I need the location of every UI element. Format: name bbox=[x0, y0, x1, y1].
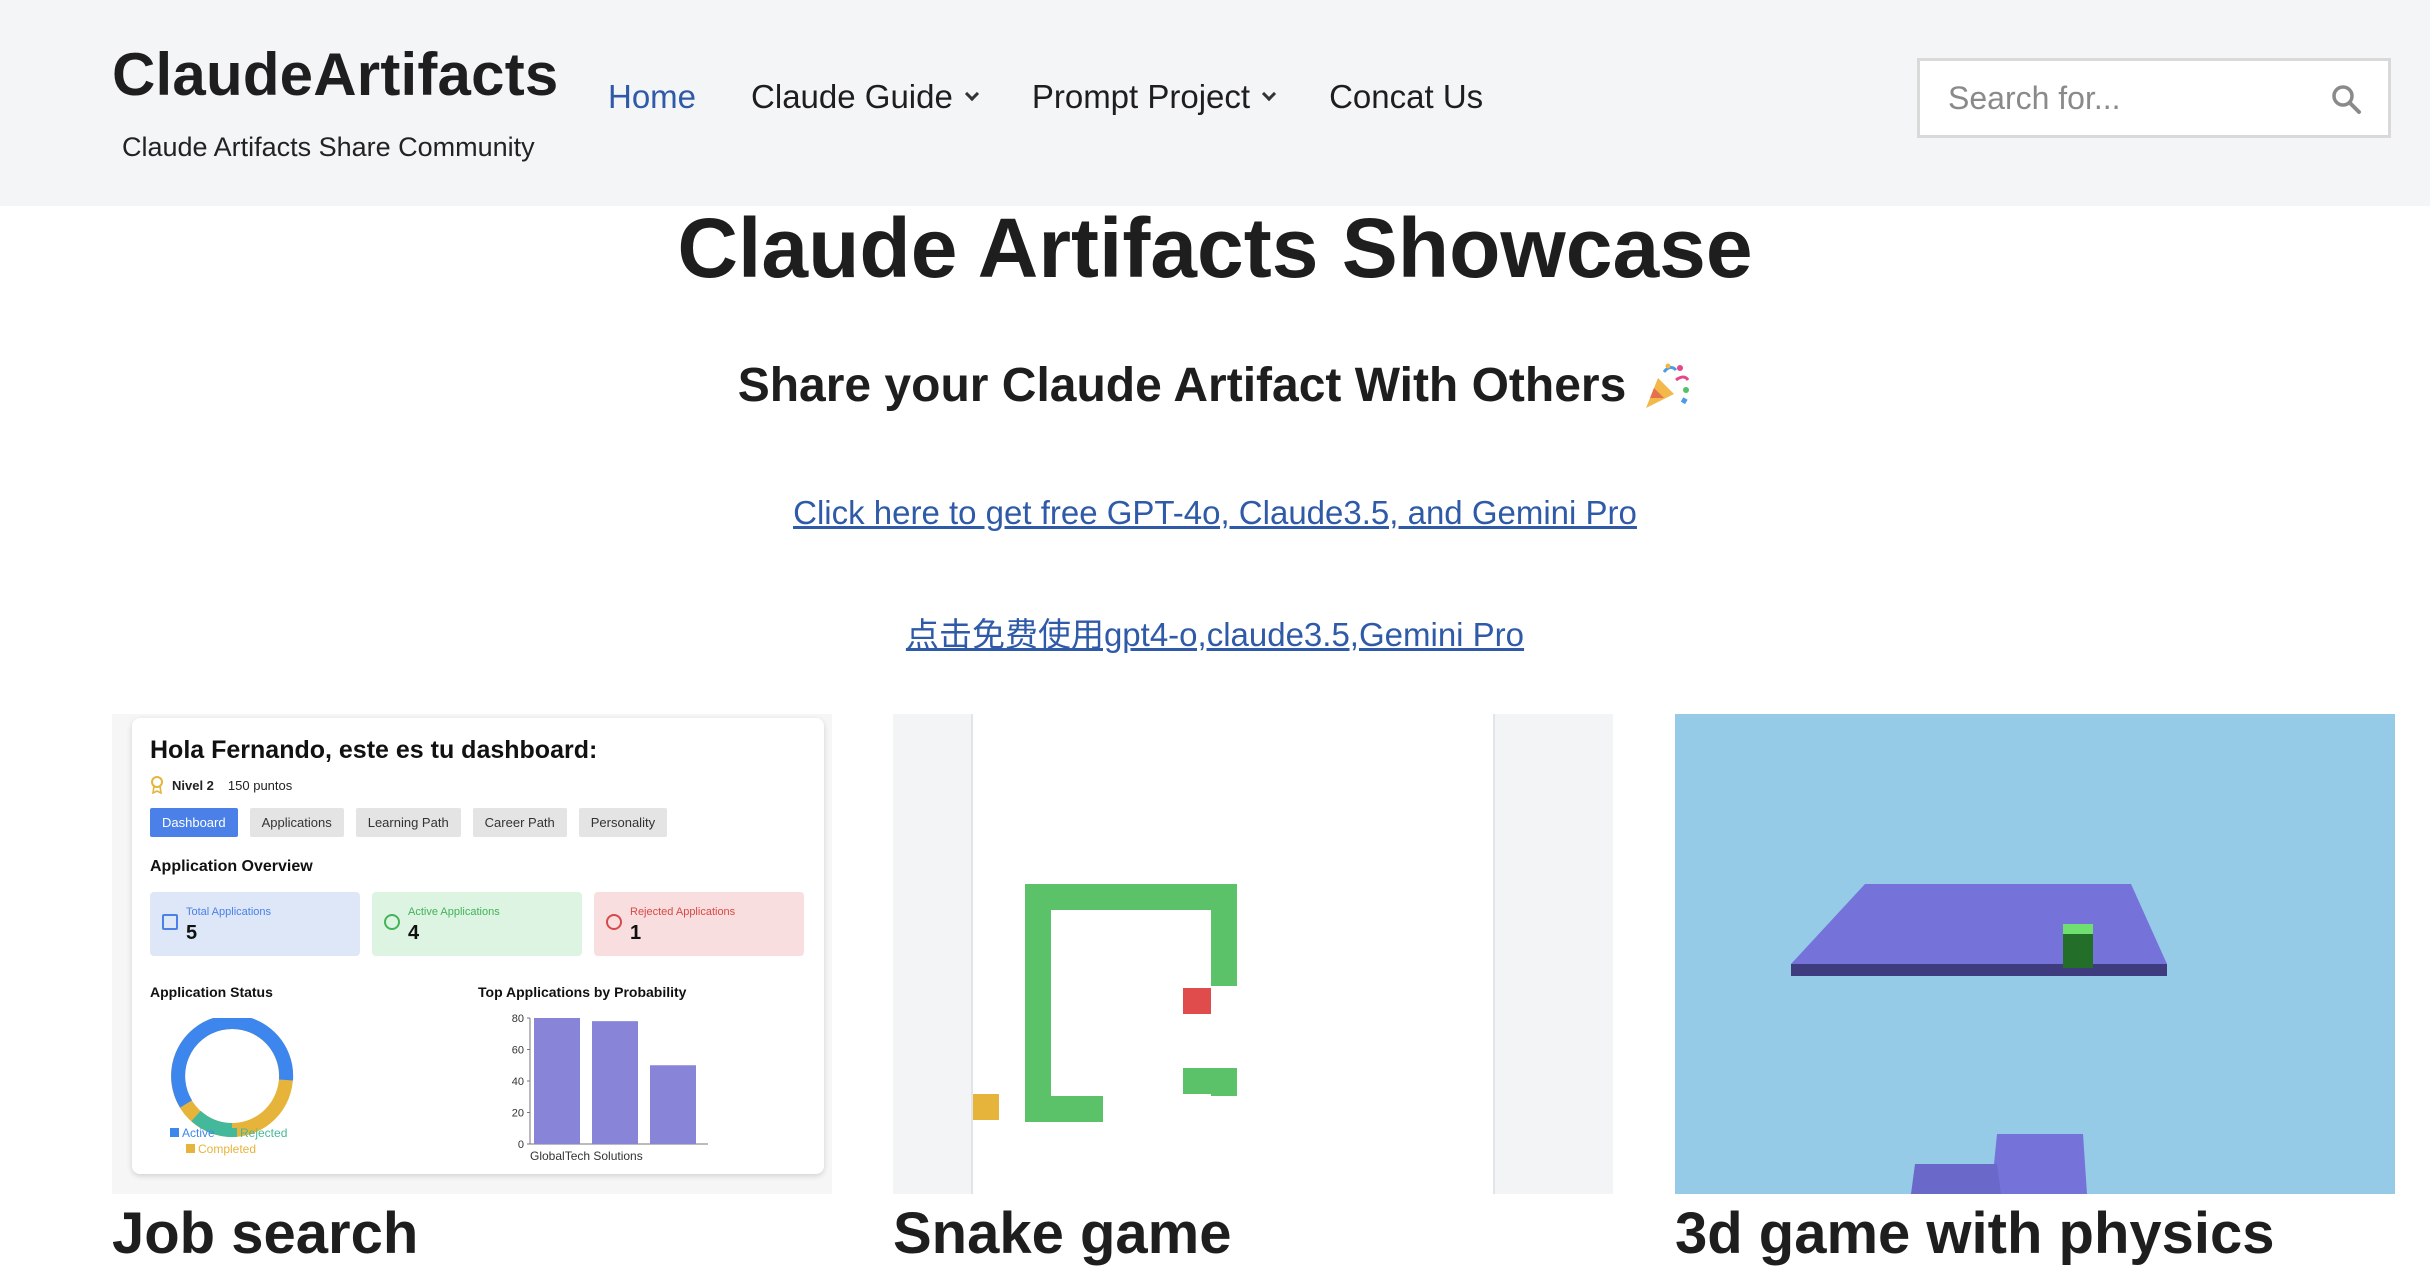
search-box bbox=[1917, 58, 2391, 138]
party-popper-icon bbox=[1646, 363, 1690, 408]
card-title[interactable]: Snake game bbox=[893, 1200, 1232, 1267]
page-title: Claude Artifacts Showcase bbox=[677, 201, 1753, 295]
food-red bbox=[1183, 988, 1211, 1014]
site-tagline: Claude Artifacts Share Community bbox=[122, 132, 535, 162]
search-icon[interactable] bbox=[2330, 83, 2362, 115]
site-header: ClaudeArtifacts Claude Artifacts Share C… bbox=[0, 0, 2430, 206]
snake-segment bbox=[1211, 884, 1237, 986]
nav-item-label: Concat Us bbox=[1329, 78, 1484, 115]
probability-bar-chart: GlobalTech Solutions 80 60 40 20 0 bbox=[512, 1013, 708, 1163]
tab-career-path: Career Path bbox=[472, 808, 567, 837]
dashboard-heading: Hola Fernando, este es tu dashboard: bbox=[150, 736, 598, 764]
nav-item-contact[interactable]: Concat Us bbox=[1329, 78, 1483, 116]
check-circle-icon bbox=[384, 914, 400, 930]
overview-heading: Application Overview bbox=[150, 858, 313, 875]
stat-active: Active Applications 4 bbox=[372, 892, 582, 956]
probability-bar bbox=[650, 1065, 696, 1144]
legend-completed: Completed bbox=[198, 1142, 256, 1156]
status-donut-chart: Active Rejected Completed bbox=[170, 1018, 294, 1156]
legend-rejected: Rejected bbox=[240, 1126, 287, 1140]
page-subtitle: Share your Claude Artifact With Others bbox=[0, 358, 2430, 413]
legend-swatch bbox=[228, 1128, 237, 1137]
stat-value: 4 bbox=[408, 922, 420, 944]
tab-learning-path: Learning Path bbox=[355, 808, 461, 837]
player-cube bbox=[2063, 934, 2093, 968]
3d-scene bbox=[1791, 884, 2167, 1194]
platform-top bbox=[1791, 884, 2167, 964]
probability-bar bbox=[592, 1021, 638, 1144]
y-tick-label: 60 bbox=[512, 1045, 524, 1057]
y-tick-label: 20 bbox=[512, 1108, 524, 1120]
link-text: Click here to get free GPT-4o, Claude3.5… bbox=[793, 494, 1637, 531]
stat-value: 1 bbox=[630, 922, 642, 944]
nav-item-label: Prompt Project bbox=[1031, 78, 1251, 115]
card-title[interactable]: Job search bbox=[112, 1200, 418, 1267]
dashboard-preview: Hola Fernando, este es tu dashboard: Niv… bbox=[132, 718, 824, 1174]
legend-swatch bbox=[170, 1128, 179, 1137]
stat-label: Rejected Applications bbox=[630, 906, 736, 918]
chevron-down-icon bbox=[964, 86, 979, 102]
site-title[interactable]: ClaudeArtifacts bbox=[112, 40, 558, 109]
x-circle-icon bbox=[606, 914, 622, 930]
card-thumbnail[interactable] bbox=[893, 714, 1613, 1194]
platform-edge bbox=[1791, 964, 2167, 976]
legend-active: Active bbox=[182, 1126, 215, 1140]
stat-value: 5 bbox=[186, 922, 198, 944]
snake-segment bbox=[1183, 1068, 1237, 1094]
card-thumbnail[interactable] bbox=[1675, 714, 2395, 1194]
lower-platform bbox=[1991, 1134, 2087, 1194]
subtitle-text: Share your Claude Artifact With Others bbox=[737, 359, 1627, 412]
level-info: Nivel 2 150 puntos bbox=[150, 776, 292, 794]
player-cube-top bbox=[2063, 924, 2093, 934]
snake-segment bbox=[1025, 1096, 1103, 1122]
tab-personality: Personality bbox=[578, 808, 668, 837]
stat-rejected: Rejected Applications 1 bbox=[594, 892, 804, 956]
status-heading: Application Status bbox=[150, 984, 273, 1000]
search-input[interactable] bbox=[1920, 61, 2320, 135]
card-thumbnail[interactable]: Hola Fernando, este es tu dashboard: Niv… bbox=[112, 714, 832, 1194]
card-title[interactable]: 3d game with physics bbox=[1675, 1200, 2275, 1267]
snake-segment bbox=[1025, 884, 1237, 910]
nav-item-claude-guide[interactable]: Claude Guide bbox=[751, 78, 979, 116]
food-yellow bbox=[973, 1094, 999, 1120]
legend-swatch bbox=[186, 1144, 195, 1153]
points-label: 150 puntos bbox=[227, 777, 293, 793]
game-side-panel bbox=[1493, 714, 1613, 1194]
level-label: Nivel 2 bbox=[172, 777, 214, 793]
stat-label: Total Applications bbox=[186, 906, 271, 918]
briefcase-icon bbox=[162, 914, 178, 930]
free-models-link-en[interactable]: Click here to get free GPT-4o, Claude3.5… bbox=[0, 494, 2430, 532]
nav-item-label: Claude Guide bbox=[751, 78, 953, 115]
nav-item-prompt-project[interactable]: Prompt Project bbox=[1031, 78, 1277, 116]
x-axis-label: GlobalTech Solutions bbox=[530, 1149, 643, 1163]
award-icon bbox=[151, 776, 163, 794]
free-models-link-zh[interactable]: 点击免费使用gpt4-o,claude3.5,Gemini Pro bbox=[0, 608, 2430, 656]
chevron-down-icon bbox=[1262, 86, 1277, 102]
lower-platform bbox=[1911, 1164, 2001, 1194]
probability-bar bbox=[534, 1018, 580, 1144]
probability-heading: Top Applications by Probability bbox=[478, 984, 687, 1000]
snake-segment bbox=[1025, 884, 1051, 1122]
stat-label: Active Applications bbox=[408, 906, 500, 918]
link-text: 点击免费使用gpt4-o,claude3.5,Gemini Pro bbox=[905, 616, 1525, 653]
game-side-panel bbox=[893, 714, 973, 1194]
tab-dashboard: Dashboard bbox=[150, 808, 238, 837]
tab-applications: Applications bbox=[249, 808, 344, 837]
stat-total: Total Applications 5 bbox=[150, 892, 360, 956]
y-tick-label: 80 bbox=[512, 1013, 524, 1025]
y-tick-label: 0 bbox=[518, 1139, 524, 1151]
donut-segment-active bbox=[171, 1018, 294, 1108]
main-nav: Home Claude Guide Prompt Project Concat … bbox=[608, 78, 1538, 116]
y-tick-label: 40 bbox=[512, 1076, 524, 1088]
dashboard-tabs: Dashboard Applications Learning Path Car… bbox=[150, 808, 679, 837]
nav-item-label: Home bbox=[608, 78, 697, 115]
nav-item-home[interactable]: Home bbox=[608, 78, 696, 116]
